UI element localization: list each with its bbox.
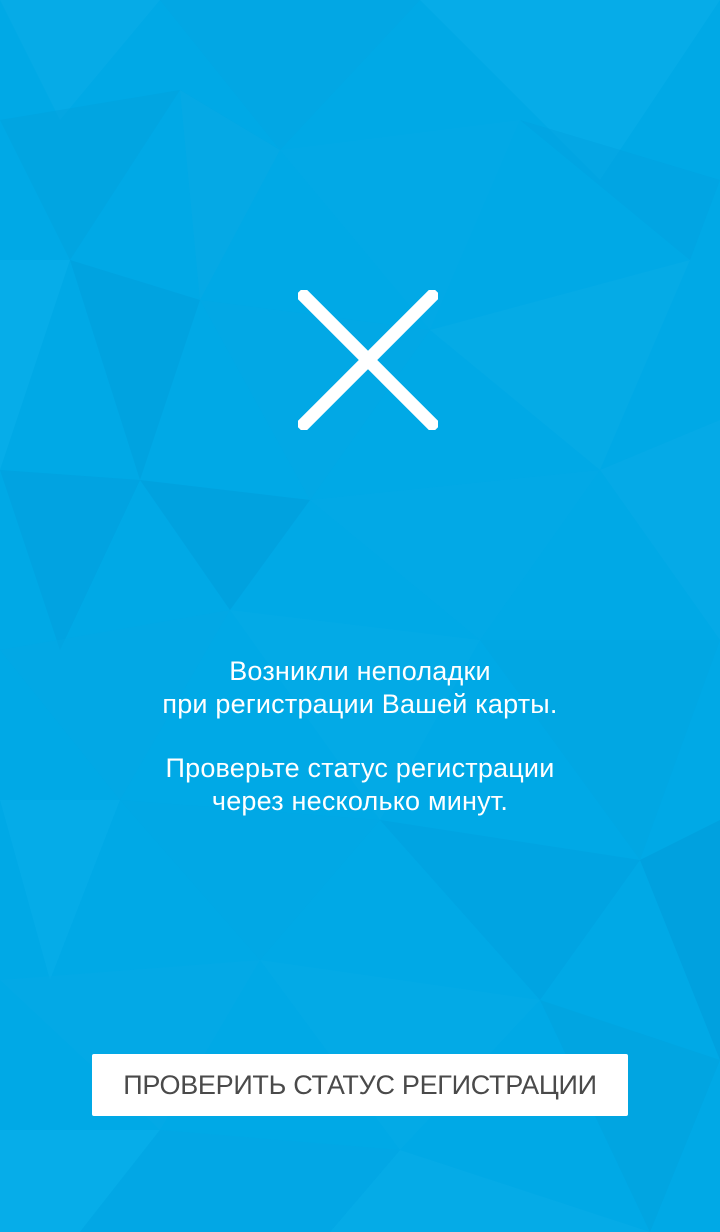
error-message: Возникли неполадки при регистрации Вашей… xyxy=(0,655,720,818)
error-message-line-2: при регистрации Вашей карты. xyxy=(162,689,558,719)
registration-error-screen: Возникли неполадки при регистрации Вашей… xyxy=(0,0,720,1232)
hint-message-line-1: Проверьте статус регистрации xyxy=(165,753,555,783)
polygon-background xyxy=(0,0,720,1232)
close-icon xyxy=(298,290,438,430)
error-message-line-1: Возникли неполадки xyxy=(229,656,491,686)
hint-message-line-2: через несколько минут. xyxy=(211,786,509,816)
check-registration-status-button[interactable]: ПРОВЕРИТЬ СТАТУС РЕГИСТРАЦИИ xyxy=(92,1054,628,1116)
